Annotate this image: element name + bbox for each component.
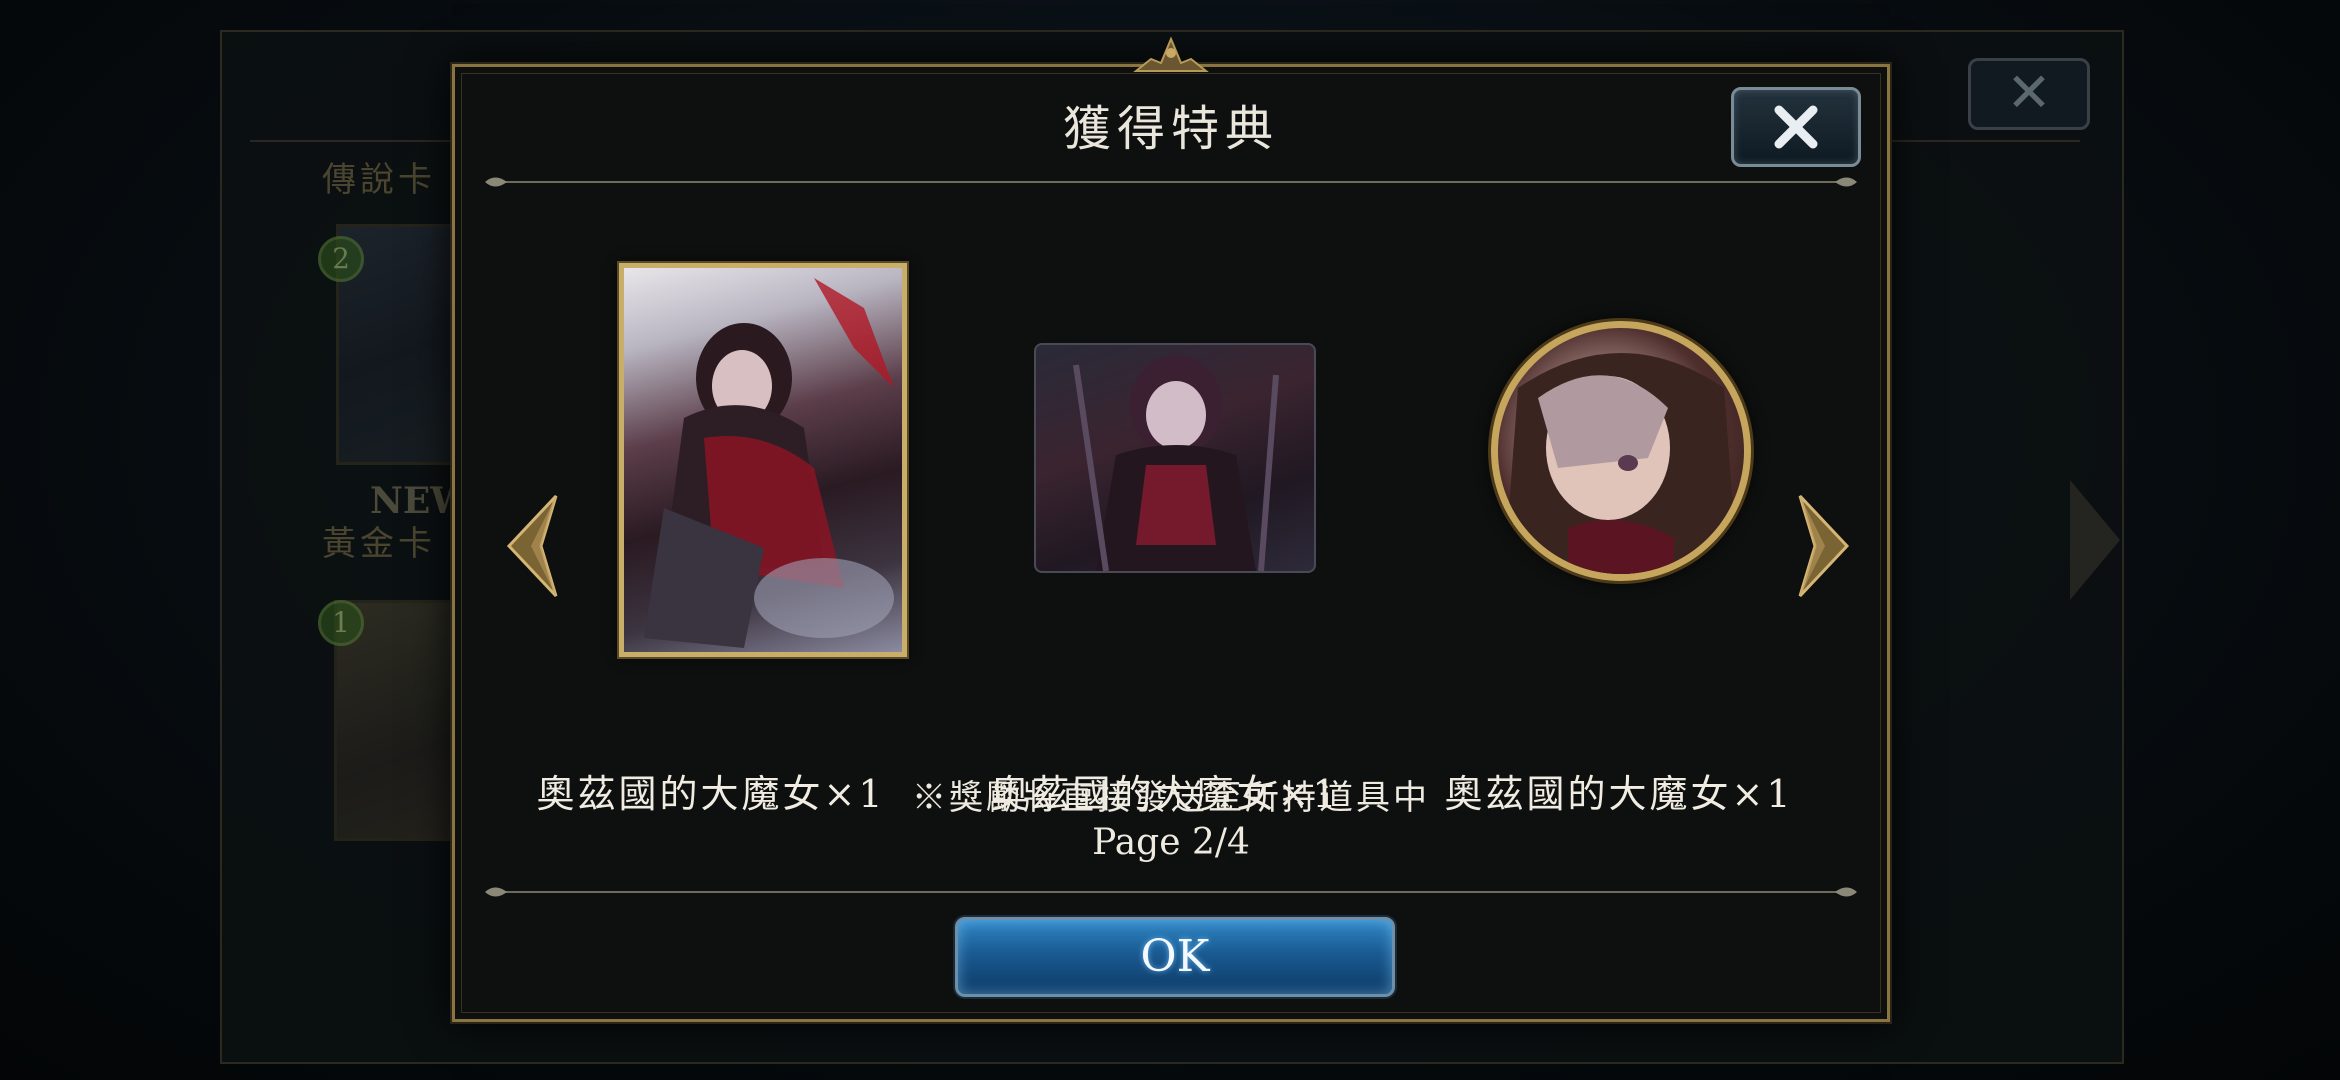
card-illustration bbox=[644, 278, 894, 648]
background-section-gold: 黃金卡 bbox=[322, 524, 436, 564]
sleeve-illustration bbox=[1073, 355, 1279, 571]
background-close-icon: ✕ bbox=[1968, 58, 2090, 130]
reward-sleeve-image bbox=[1034, 343, 1316, 573]
reward-item-card: 奧茲國的大魔女×1 bbox=[501, 263, 921, 823]
page-indicator: Page 2/4 bbox=[1092, 822, 1250, 863]
crest-icon bbox=[1133, 36, 1209, 72]
top-divider bbox=[485, 177, 1857, 187]
reward-dialog: 獲得特典 奧茲國的大魔女×1 奧茲國的大魔女×1 奧茲國的大魔女×1 ※獎勵將直… bbox=[452, 36, 1890, 1022]
chevron-right-icon[interactable] bbox=[1795, 491, 1855, 601]
close-icon bbox=[1774, 105, 1818, 149]
close-button[interactable] bbox=[1731, 87, 1861, 167]
bottom-divider bbox=[485, 887, 1857, 897]
dialog-title: 獲得特典 bbox=[1062, 101, 1279, 157]
emblem-illustration bbox=[1504, 353, 1738, 574]
reward-card-image bbox=[619, 263, 907, 657]
reward-emblem-image bbox=[1491, 321, 1751, 581]
reward-item-emblem: 奧茲國的大魔女×1 bbox=[1409, 263, 1829, 823]
delivery-note: ※獎勵將直接發送至所持道具中 bbox=[912, 778, 1430, 818]
reward-item-sleeve: 奧茲國的大魔女×1 bbox=[955, 263, 1375, 823]
background-cost-badge: 2 bbox=[318, 236, 364, 282]
ok-button[interactable]: OK bbox=[955, 917, 1395, 997]
background-chevron-right-icon bbox=[2070, 480, 2120, 600]
background-cost-badge: 1 bbox=[318, 600, 364, 646]
background-section-legendary: 傳說卡 bbox=[322, 160, 436, 200]
